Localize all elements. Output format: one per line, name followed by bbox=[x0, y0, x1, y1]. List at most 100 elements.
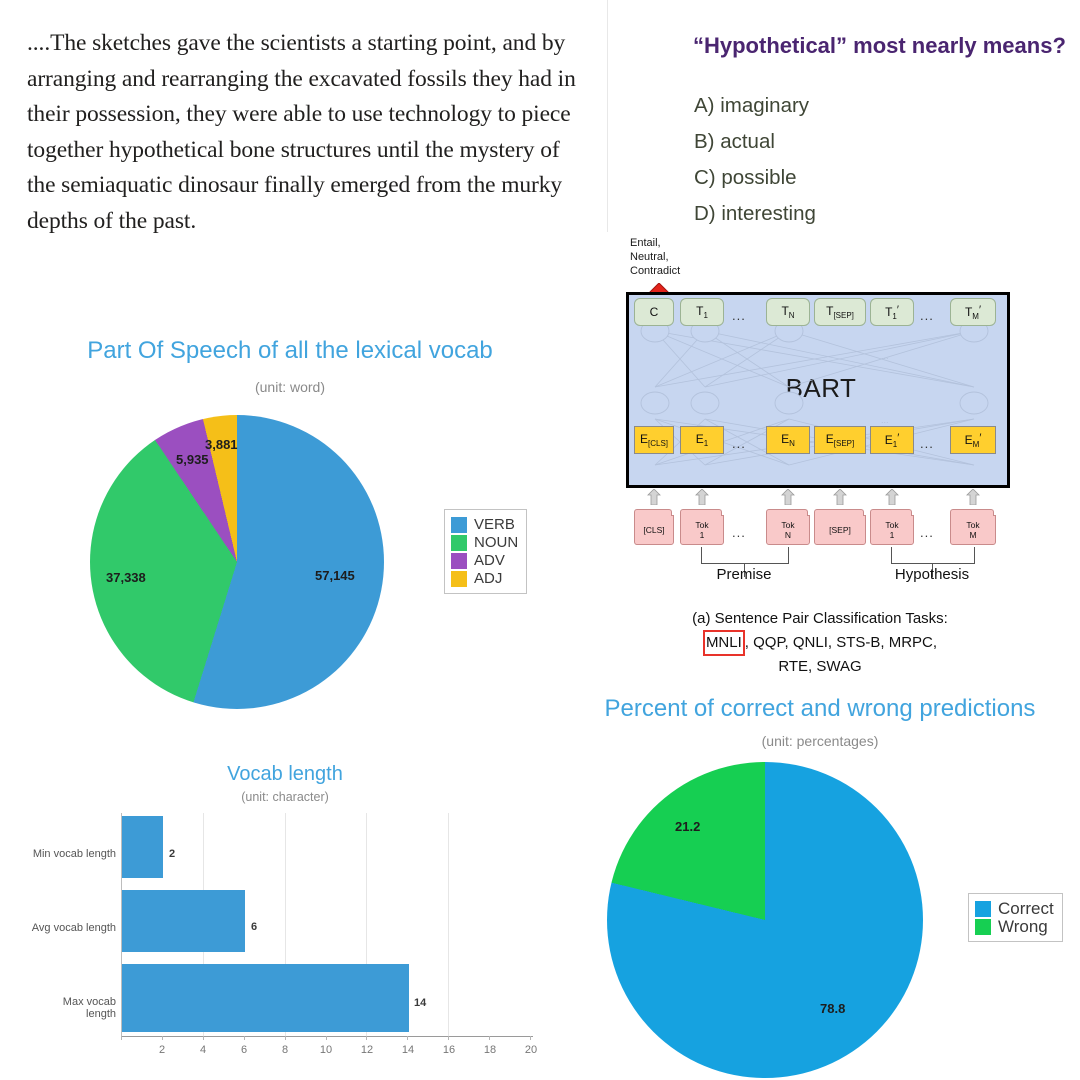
figure-caption: (a) Sentence Pair Classification Tasks: … bbox=[620, 608, 1020, 678]
gray-up-arrow-icon-2 bbox=[695, 489, 709, 505]
gray-up-arrow-icon-1 bbox=[647, 489, 661, 505]
vocab-value-min: 2 bbox=[169, 848, 176, 860]
svg-text:...: ... bbox=[881, 351, 889, 361]
vocab-xtick-mark bbox=[202, 1036, 204, 1040]
answer-option-d[interactable]: D) interesting bbox=[694, 196, 1054, 232]
vocab-xtick-18: 18 bbox=[483, 1044, 497, 1056]
answer-option-c[interactable]: C) possible bbox=[694, 160, 1054, 196]
legend-swatch-adj bbox=[451, 570, 467, 587]
pos-pie-chart bbox=[90, 415, 384, 709]
legend-swatch-verb bbox=[451, 516, 467, 533]
vocab-category-avg: Avg vocab length bbox=[31, 922, 116, 934]
gray-up-arrow-icon-4 bbox=[833, 489, 847, 505]
pos-value-noun: 37,338 bbox=[106, 570, 146, 585]
vocab-xtick-20: 20 bbox=[524, 1044, 538, 1056]
premise-brace bbox=[701, 547, 789, 564]
pos-value-adv: 5,935 bbox=[176, 452, 209, 467]
legend-label-adj: ADJ bbox=[474, 570, 503, 587]
mnli-highlight: MNLI bbox=[702, 630, 745, 656]
input-token-1: Tok 1 bbox=[680, 509, 724, 545]
vocab-value-avg: 6 bbox=[251, 921, 258, 933]
gray-up-arrow-icon-6 bbox=[966, 489, 980, 505]
token-output-tm-prime: TM′ bbox=[950, 298, 996, 326]
vocab-xtick-mark bbox=[489, 1036, 491, 1040]
question-prompt: “Hypothetical” most nearly means? bbox=[693, 33, 1066, 58]
embedding-ellipsis-1: ... bbox=[732, 436, 746, 451]
prediction-chart-legend: Correct Wrong bbox=[968, 893, 1063, 942]
vocab-category-max: Max vocab length bbox=[62, 996, 116, 1020]
input-token-1-prime: Tok 1 bbox=[870, 509, 914, 545]
legend-item-wrong[interactable]: Wrong bbox=[975, 918, 1054, 935]
vocab-xtick-12: 12 bbox=[360, 1044, 374, 1056]
answer-option-b[interactable]: B) actual bbox=[694, 124, 1054, 160]
caption-line-2: MNLI, QQP, QNLI, STS-B, MRPC, bbox=[620, 630, 1020, 656]
vocab-xtick-6: 6 bbox=[240, 1044, 248, 1056]
legend-label-verb: VERB bbox=[474, 516, 515, 533]
vocab-xtick-mark bbox=[407, 1036, 409, 1040]
vocab-xtick-mark bbox=[448, 1036, 450, 1040]
caption-line-1: (a) Sentence Pair Classification Tasks: bbox=[692, 610, 948, 627]
legend-swatch-adv bbox=[451, 552, 467, 569]
answer-option-a[interactable]: A) imaginary bbox=[694, 88, 1054, 124]
pos-chart-subtitle: (unit: word) bbox=[254, 379, 326, 395]
vocab-bar-min[interactable] bbox=[122, 816, 163, 878]
vocab-gridline bbox=[448, 813, 450, 1036]
vocab-xtick-10: 10 bbox=[319, 1044, 333, 1056]
legend-item-noun[interactable]: NOUN bbox=[451, 534, 518, 551]
output-class-entail: Entail, bbox=[630, 237, 661, 249]
vocab-value-max: 14 bbox=[414, 997, 427, 1009]
legend-item-adv[interactable]: ADV bbox=[451, 552, 518, 569]
output-class-contradict: Contradict bbox=[630, 265, 681, 277]
legend-label-correct: Correct bbox=[998, 899, 1054, 918]
token-output-t1: T1 bbox=[680, 298, 724, 326]
gray-up-arrow-icon-5 bbox=[885, 489, 899, 505]
legend-swatch-correct bbox=[975, 900, 991, 917]
vocab-chart-subtitle: (unit: character) bbox=[241, 790, 329, 804]
caption-line-3: RTE, SWAG bbox=[778, 658, 862, 675]
vocab-bar-max[interactable] bbox=[122, 964, 409, 1032]
pos-chart-title: Part Of Speech of all the lexical vocab bbox=[87, 337, 493, 364]
passage-text: ....The sketches gave the scientists a s… bbox=[27, 30, 576, 234]
legend-swatch-noun bbox=[451, 534, 467, 551]
vocab-xtick-8: 8 bbox=[281, 1044, 289, 1056]
caption-line-2-rest: , QQP, QNLI, STS-B, MRPC, bbox=[744, 634, 938, 651]
token-output-tn: TN bbox=[766, 298, 810, 326]
embedding-e-sep: E[SEP] bbox=[814, 426, 866, 454]
input-token-m: Tok M bbox=[950, 509, 996, 545]
vocab-xtick-mark bbox=[325, 1036, 327, 1040]
bart-architecture-diagram: Entail, Neutral, Contradict BART ... ...… bbox=[620, 236, 1020, 676]
vocab-xtick-mark bbox=[121, 1036, 122, 1040]
vocab-xtick-16: 16 bbox=[442, 1044, 456, 1056]
vocab-chart-title: Vocab length bbox=[227, 763, 343, 785]
vocab-xtick-mark bbox=[530, 1036, 531, 1040]
output-classes-label: Entail, Neutral, Contradict bbox=[630, 236, 680, 278]
prediction-chart-subtitle: (unit: percentages) bbox=[761, 733, 879, 749]
legend-label-noun: NOUN bbox=[474, 534, 519, 551]
legend-item-correct[interactable]: Correct bbox=[975, 900, 1054, 917]
pos-value-verb: 57,145 bbox=[315, 568, 355, 583]
token-output-ellipsis-1: ... bbox=[732, 308, 746, 323]
input-token-sep: [SEP] bbox=[814, 509, 866, 545]
embedding-e1: E1 bbox=[680, 426, 724, 454]
prediction-value-correct: 78.8 bbox=[820, 1001, 846, 1016]
output-class-neutral: Neutral, bbox=[630, 251, 669, 263]
answer-options-list: A) imaginary B) actual C) possible D) in… bbox=[694, 88, 1054, 232]
input-token-n: Tok N bbox=[766, 509, 810, 545]
column-divider bbox=[607, 0, 608, 232]
vocab-xtick-mark bbox=[161, 1036, 163, 1040]
legend-item-adj[interactable]: ADJ bbox=[451, 570, 518, 587]
prediction-value-wrong: 21.2 bbox=[675, 819, 701, 834]
token-output-t1-prime: T1′ bbox=[870, 298, 914, 326]
vocab-xtick-mark bbox=[366, 1036, 368, 1040]
legend-item-verb[interactable]: VERB bbox=[451, 516, 518, 533]
token-output-c: C bbox=[634, 298, 674, 326]
hypothesis-brace bbox=[891, 547, 975, 564]
legend-swatch-wrong bbox=[975, 918, 991, 935]
legend-label-adv: ADV bbox=[474, 552, 505, 569]
vocab-chart-x-axis bbox=[121, 1036, 533, 1037]
gray-up-arrow-icon-3 bbox=[781, 489, 795, 505]
vocab-xtick-4: 4 bbox=[199, 1044, 207, 1056]
vocab-bar-avg[interactable] bbox=[122, 890, 245, 952]
premise-label: Premise bbox=[716, 566, 772, 583]
vocab-xtick-2: 2 bbox=[158, 1044, 166, 1056]
